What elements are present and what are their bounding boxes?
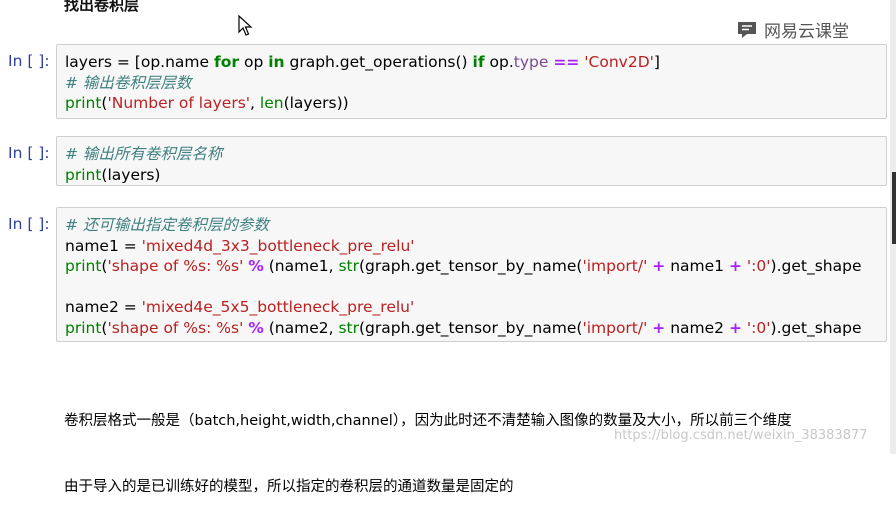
cell-prompt: In [ ]: [8, 215, 50, 233]
code-editor[interactable]: # 还可输出指定卷积层的参数 name1 = 'mixed4d_3x3_bottl… [56, 207, 887, 342]
code-line: print('shape of %s: %s' % (name2, str(gr… [65, 318, 862, 337]
code-line: name1 = 'mixed4d_3x3_bottleneck_pre_relu… [65, 236, 415, 255]
code-line: # 输出所有卷积层名称 [65, 145, 223, 163]
code-line: layers = [op.name for op in graph.get_op… [65, 53, 660, 71]
code-line: print(layers) [65, 165, 161, 184]
code-text: layers = [op.name for op in graph.get_op… [65, 52, 660, 114]
cell-prompt: In [ ]: [8, 52, 50, 70]
code-cell-2[interactable]: In [ ]: # 输出所有卷积层名称 print(layers) [0, 136, 896, 186]
code-editor[interactable]: # 输出所有卷积层名称 print(layers) [56, 136, 887, 186]
scrollbar-thumb[interactable] [892, 172, 896, 244]
code-cell-1[interactable]: In [ ]: layers = [op.name for op in grap… [0, 44, 896, 119]
netease-cloud-classroom-logo: 网易云课堂 [736, 17, 849, 42]
code-text: # 输出所有卷积层名称 print(layers) [65, 144, 222, 185]
code-cell-3[interactable]: In [ ]: # 还可输出指定卷积层的参数 name1 = 'mixed4d_3… [0, 207, 896, 342]
code-line: # 还可输出指定卷积层的参数 [65, 216, 269, 234]
watermark: https://blog.csdn.net/weixin_38383877 [614, 428, 868, 443]
code-line: # 输出卷积层层数 [65, 73, 192, 92]
code-editor[interactable]: layers = [op.name for op in graph.get_op… [56, 44, 887, 119]
code-line: print('Number of layers', len(layers)) [65, 94, 349, 112]
code-line: print('shape of %s: %s' % (name1, str(gr… [65, 257, 862, 275]
markdown-cell[interactable]: 卷积层格式一般是（batch,height,width,channel），因为此… [64, 366, 792, 520]
code-line: name2 = 'mixed4e_5x5_bottleneck_pre_relu… [65, 298, 415, 316]
logo-text: 网易云课堂 [764, 22, 849, 42]
mouse-cursor-icon [238, 15, 253, 36]
markdown-line-2: 由于导入的是已训练好的模型，所以指定的卷积层的通道数量是固定的 [64, 479, 514, 495]
cell-prompt: In [ ]: [8, 144, 50, 162]
vertical-scrollbar[interactable] [890, 0, 896, 454]
code-text: # 还可输出指定卷积层的参数 name1 = 'mixed4d_3x3_bottl… [65, 215, 861, 338]
cloud-classroom-icon [738, 21, 756, 38]
section-heading: 找出卷积层 [64, 0, 140, 14]
